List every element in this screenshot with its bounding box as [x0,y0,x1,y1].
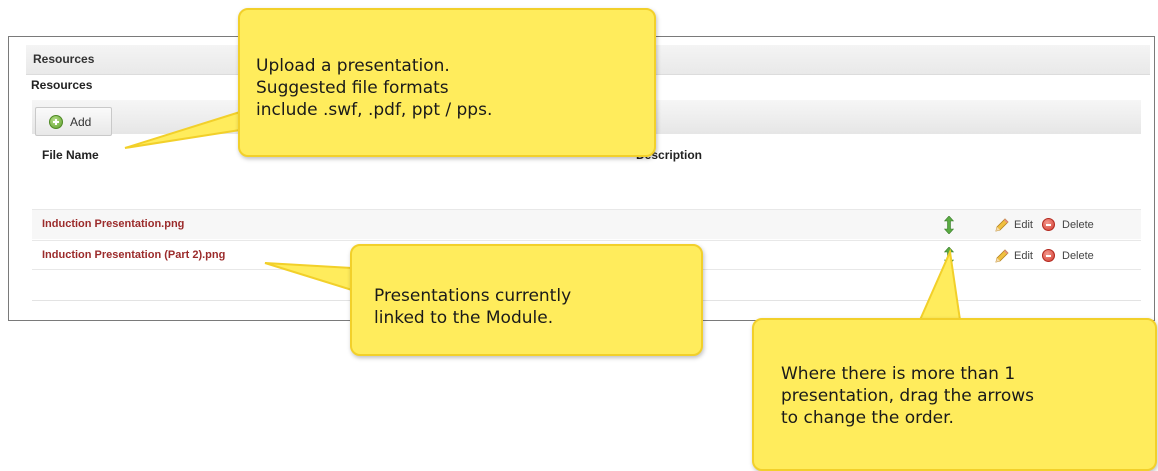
callout-line: Suggested file formats [256,78,449,98]
callout-line: include .swf, .pdf, ppt / pps. [256,100,493,120]
upload-callout-pointer [124,110,241,149]
callout-line: presentation, drag the arrows [781,386,1034,406]
order-callout: Where there is more than 1 presentation,… [752,318,1157,471]
linked-callout-pointer [264,262,353,292]
order-callout-pointer [918,248,962,321]
callout-line: Where there is more than 1 [781,364,1016,384]
upload-callout: Upload a presentation. Suggested file fo… [238,8,656,157]
linked-callout: Presentations currently linked to the Mo… [350,244,703,356]
callout-line: Upload a presentation. [256,56,450,76]
callout-line: Presentations currently [374,286,572,306]
callout-line: linked to the Module. [374,308,554,328]
callout-line: to change the order. [781,408,954,428]
